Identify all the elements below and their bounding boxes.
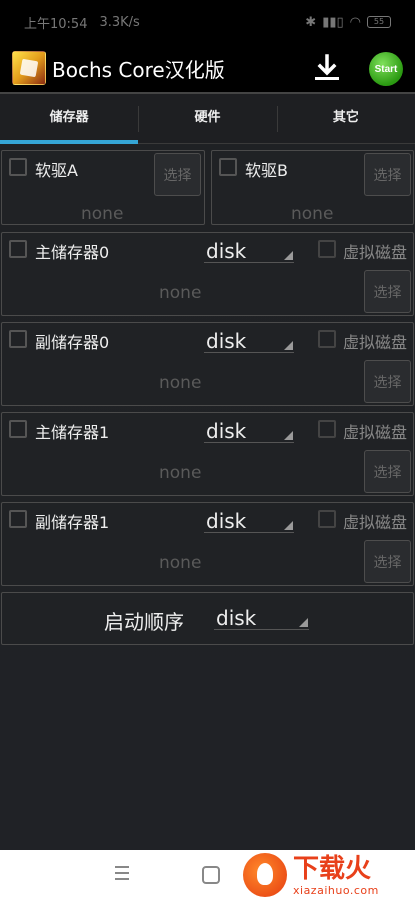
dropdown-arrow-icon xyxy=(284,251,293,260)
drive-checkbox[interactable] xyxy=(9,510,27,528)
floppy-a-label: 软驱A xyxy=(35,161,78,180)
tab-other[interactable]: 其它 xyxy=(276,94,415,143)
drive-label: 副储存器1 xyxy=(35,513,110,532)
drive-value: none xyxy=(159,553,202,573)
drive-label: 副储存器0 xyxy=(35,333,110,352)
home-icon[interactable] xyxy=(202,866,220,884)
virtual-disk-label: 虚拟磁盘 xyxy=(343,423,408,442)
status-icons: ✱ ▮▮▯ ◠ 55 xyxy=(305,15,391,30)
virtual-disk-label: 虚拟磁盘 xyxy=(343,333,408,352)
floppy-b-card: 软驱B 选择 none xyxy=(211,150,414,225)
virtual-disk-label: 虚拟磁盘 xyxy=(343,243,408,262)
wifi-icon: ◠ xyxy=(349,14,361,30)
drive-type-value: disk xyxy=(206,239,247,263)
floppy-b-select-button[interactable]: 选择 xyxy=(364,153,411,196)
drive-type-dropdown[interactable]: disk xyxy=(204,329,294,353)
floppy-a-select-button[interactable]: 选择 xyxy=(154,153,201,196)
app-bar: Bochs Core汉化版 Start xyxy=(0,44,415,92)
floppy-a-card: 软驱A 选择 none xyxy=(1,150,205,225)
drive-card-secondary-1: 副储存器1 disk 虚拟磁盘 none 选择 xyxy=(1,502,414,586)
app-title: Bochs Core汉化版 xyxy=(52,57,225,82)
floppy-b-checkbox[interactable] xyxy=(219,158,237,176)
floppy-b-label: 软驱B xyxy=(245,161,288,180)
drive-card-primary-0: 主储存器0 disk 虚拟磁盘 none 选择 xyxy=(1,232,414,316)
drive-select-button[interactable]: 选择 xyxy=(364,270,411,313)
drive-checkbox[interactable] xyxy=(9,420,27,438)
watermark-en: xiazaihuo.com xyxy=(293,883,379,897)
floppy-a-checkbox[interactable] xyxy=(9,158,27,176)
drive-value: none xyxy=(159,463,202,483)
drive-value: none xyxy=(159,373,202,393)
main-content: 储存器 硬件 其它 软驱A 选择 none 软驱B 选择 none 主储存器0 … xyxy=(0,92,415,850)
floppy-a-value: none xyxy=(81,204,124,224)
virtual-disk-checkbox[interactable] xyxy=(318,420,336,438)
network-speed: 3.3K/s xyxy=(99,14,140,30)
menu-icon[interactable] xyxy=(115,866,129,880)
system-nav-bar: 下载火 xiazaihuo.com xyxy=(0,850,415,900)
drive-type-dropdown[interactable]: disk xyxy=(204,239,294,263)
virtual-disk-checkbox[interactable] xyxy=(318,510,336,528)
watermark: 下载火 xiazaihuo.com xyxy=(243,853,413,897)
drive-type-dropdown[interactable]: disk xyxy=(204,509,294,533)
drive-select-button[interactable]: 选择 xyxy=(364,540,411,583)
dropdown-arrow-icon xyxy=(284,431,293,440)
dropdown-arrow-icon xyxy=(299,618,308,627)
status-time: 上午10:54 xyxy=(24,16,88,32)
dropdown-arrow-icon xyxy=(284,341,293,350)
watermark-text: 下载火 xiazaihuo.com xyxy=(293,854,379,897)
boot-order-value: disk xyxy=(216,606,257,630)
download-button[interactable] xyxy=(311,52,343,84)
drive-card-primary-1: 主储存器1 disk 虚拟磁盘 none 选择 xyxy=(1,412,414,496)
app-logo-icon xyxy=(12,51,46,85)
boot-order-dropdown[interactable]: disk xyxy=(214,606,309,630)
drive-value: none xyxy=(159,283,202,303)
floppy-b-value: none xyxy=(291,204,334,224)
virtual-disk-checkbox[interactable] xyxy=(318,240,336,258)
drive-type-dropdown[interactable]: disk xyxy=(204,419,294,443)
drive-checkbox[interactable] xyxy=(9,240,27,258)
start-button[interactable]: Start xyxy=(369,52,403,86)
dropdown-arrow-icon xyxy=(284,521,293,530)
watermark-cn: 下载火 xyxy=(293,853,372,884)
drive-label: 主储存器0 xyxy=(35,243,110,262)
drive-select-button[interactable]: 选择 xyxy=(364,360,411,403)
battery-icon: 55 xyxy=(367,16,391,28)
virtual-disk-checkbox[interactable] xyxy=(318,330,336,348)
signal-icon: ▮▮▯ xyxy=(322,14,344,30)
drive-checkbox[interactable] xyxy=(9,330,27,348)
bluetooth-icon: ✱ xyxy=(305,14,317,30)
drive-type-value: disk xyxy=(206,329,247,353)
download-icon xyxy=(315,54,339,80)
drive-type-value: disk xyxy=(206,509,247,533)
tab-storage[interactable]: 储存器 xyxy=(0,94,139,144)
boot-order-card: 启动顺序 disk xyxy=(1,592,414,645)
drive-card-secondary-0: 副储存器0 disk 虚拟磁盘 none 选择 xyxy=(1,322,414,406)
drive-type-value: disk xyxy=(206,419,247,443)
tab-bar: 储存器 硬件 其它 xyxy=(0,94,415,144)
status-bar: 上午10:54 3.3K/s ✱ ▮▮▯ ◠ 55 xyxy=(0,0,415,44)
drive-select-button[interactable]: 选择 xyxy=(364,450,411,493)
boot-order-label: 启动顺序 xyxy=(104,610,184,634)
tab-hardware[interactable]: 硬件 xyxy=(138,94,276,143)
virtual-disk-label: 虚拟磁盘 xyxy=(343,513,408,532)
watermark-logo-icon xyxy=(243,853,287,897)
drive-label: 主储存器1 xyxy=(35,423,110,442)
